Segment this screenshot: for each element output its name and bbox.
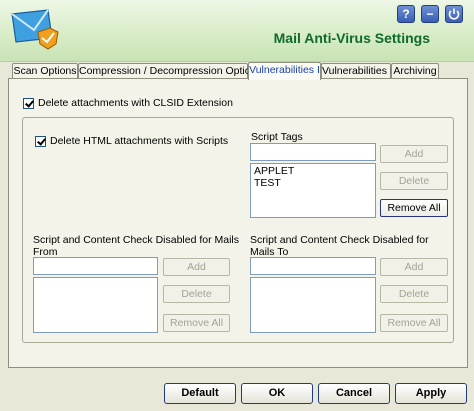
apply-button[interactable]: Apply [395,383,467,404]
script-tags-remove-all-button[interactable]: Remove All [380,199,448,217]
from-input[interactable] [33,257,158,275]
to-input[interactable] [250,257,376,275]
ok-button[interactable]: OK [241,383,313,404]
script-tags-add-button[interactable]: Add [380,145,448,163]
script-tags-input[interactable] [250,143,376,161]
from-delete-button[interactable]: Delete [163,285,230,303]
delete-html-label: Delete HTML attachments with Scripts [50,135,229,147]
delete-html-checkbox[interactable] [35,136,46,147]
minimize-button[interactable]: − [421,5,439,23]
default-button[interactable]: Default [164,383,236,404]
script-tags-label: Script Tags [251,131,303,143]
tab-bar: Scan Options Compression / Decompression… [8,62,468,80]
list-item[interactable]: APPLET [254,165,372,177]
from-remove-all-button[interactable]: Remove All [163,314,230,332]
to-list-label: Script and Content Check Disabled for Ma… [250,234,429,258]
help-button[interactable]: ? [397,5,415,23]
footer-bar: Default OK Cancel Apply [0,372,474,411]
tab-vulnerabilities-2[interactable]: Vulnerabilities II [321,63,396,79]
from-list[interactable] [33,277,158,333]
tab-archiving[interactable]: Archiving [391,63,439,79]
power-icon [448,8,460,20]
from-list-label: Script and Content Check Disabled for Ma… [33,234,240,258]
tab-compression[interactable]: Compression / Decompression Options [78,63,262,79]
tab-scan-options[interactable]: Scan Options [12,63,78,79]
power-button[interactable] [445,5,463,23]
window-title: Mail Anti-Virus Settings [273,30,430,46]
from-add-button[interactable]: Add [163,258,230,276]
delete-clsid-label: Delete attachments with CLSID Extension [38,97,233,109]
delete-clsid-checkbox[interactable] [23,98,34,109]
tab-vulnerabilities-1[interactable]: Vulnerabilities I [248,62,321,80]
to-add-button[interactable]: Add [380,258,448,276]
header-banner: Mail Anti-Virus Settings ? − [0,0,474,62]
cancel-button[interactable]: Cancel [318,383,390,404]
to-delete-button[interactable]: Delete [380,285,448,303]
mail-shield-logo-icon [11,9,59,50]
to-list[interactable] [250,277,376,333]
list-item[interactable]: TEST [254,177,372,189]
script-tags-delete-button[interactable]: Delete [380,172,448,190]
script-tags-list[interactable]: APPLET TEST [250,163,376,218]
to-remove-all-button[interactable]: Remove All [380,314,448,332]
